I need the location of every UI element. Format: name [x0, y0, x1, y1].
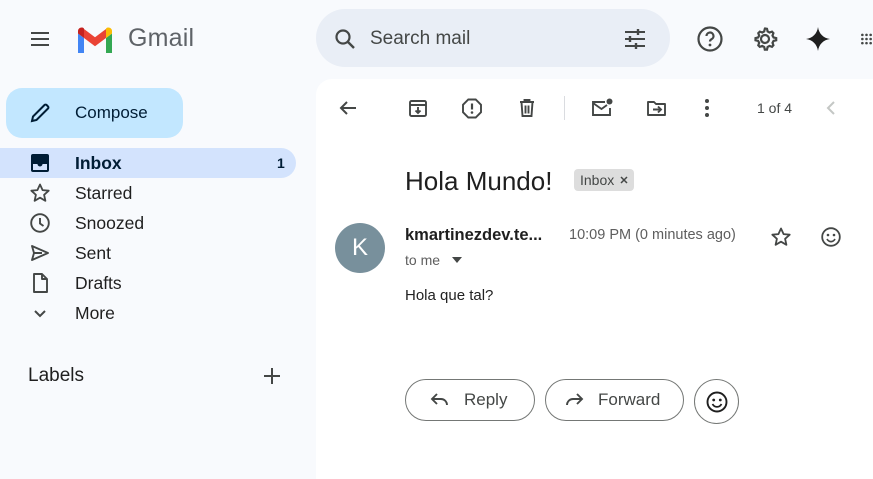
reply-button[interactable]: Reply	[405, 379, 535, 421]
reply-arrow-icon	[430, 393, 448, 406]
sidebar-item-label: Inbox	[75, 153, 122, 173]
send-icon	[28, 241, 52, 265]
add-reaction-button[interactable]	[816, 222, 846, 252]
mark-unread-button[interactable]	[586, 92, 618, 124]
support-button[interactable]	[692, 21, 728, 57]
remove-label-icon[interactable]	[620, 176, 628, 184]
settings-button[interactable]	[747, 21, 783, 57]
compose-label: Compose	[75, 103, 148, 122]
add-label-button[interactable]	[258, 362, 286, 390]
sender-name[interactable]: kmartinezdev.te...	[405, 226, 542, 245]
folder-move-icon	[647, 101, 666, 116]
trash-icon	[520, 99, 534, 117]
details-toggle[interactable]	[449, 252, 465, 268]
avatar[interactable]: K	[335, 223, 385, 273]
message-body: Hola que tal?	[405, 287, 494, 304]
recipient-line: to me	[405, 252, 441, 268]
forward-label: Forward	[598, 390, 661, 409]
hamburger-menu-icon	[31, 32, 49, 46]
draft-icon	[28, 271, 52, 295]
emoji-reaction-button[interactable]	[694, 379, 739, 424]
sparkle-icon	[806, 27, 830, 51]
sidebar-item-label: Sent	[75, 243, 111, 263]
smiley-icon	[706, 391, 727, 412]
email-subject: Hola Mundo!	[405, 166, 553, 196]
archive-button[interactable]	[402, 92, 434, 124]
star-icon	[28, 181, 52, 205]
gemini-button[interactable]	[800, 21, 836, 57]
plus-icon	[264, 368, 280, 384]
move-to-button[interactable]	[641, 92, 673, 124]
apps-button[interactable]	[852, 24, 873, 54]
label-chip-text: Inbox	[580, 172, 615, 188]
newer-button[interactable]	[818, 94, 846, 122]
report-spam-button[interactable]	[456, 92, 488, 124]
labels-heading: Labels	[28, 365, 84, 386]
pagination-text: 1 of 4	[757, 100, 793, 116]
main-menu-button[interactable]	[22, 22, 58, 56]
label-chip: Inbox	[574, 169, 635, 191]
delete-button[interactable]	[511, 92, 543, 124]
star-outline-icon	[771, 227, 791, 246]
star-button[interactable]	[766, 222, 796, 252]
forward-arrow-icon	[566, 393, 584, 406]
unread-count: 1	[277, 155, 285, 171]
sidebar-item-label: More	[75, 303, 115, 323]
apps-grid-icon	[861, 33, 872, 45]
forward-button[interactable]: Forward	[545, 379, 684, 421]
avatar-letter: K	[351, 234, 368, 261]
chevron-down-icon	[28, 301, 52, 325]
archive-icon	[409, 100, 427, 117]
search-button[interactable]	[330, 24, 360, 54]
sidebar-item-label: Starred	[75, 183, 133, 203]
report-icon	[462, 98, 482, 119]
clock-icon	[28, 211, 52, 235]
pencil-icon	[28, 101, 52, 125]
tune-icon	[625, 29, 645, 49]
reply-label: Reply	[464, 390, 508, 409]
search-input[interactable]	[370, 26, 590, 52]
back-button[interactable]	[332, 92, 364, 124]
gmail-logo-icon	[78, 27, 112, 53]
message-time: 10:09 PM (0 minutes ago)	[569, 227, 736, 243]
reply-icon-button[interactable]	[864, 222, 873, 252]
help-icon	[697, 26, 723, 52]
more-vert-icon	[705, 99, 709, 117]
emoji-icon	[821, 227, 841, 247]
chevron-left-icon	[826, 101, 835, 115]
arrow-back-icon	[339, 101, 356, 115]
mark-unread-icon	[592, 98, 613, 116]
search-icon	[335, 29, 355, 49]
app-name: Gmail	[128, 24, 195, 52]
gear-icon	[754, 27, 778, 51]
more-options-button[interactable]	[693, 92, 721, 124]
toolbar-divider	[564, 96, 565, 120]
search-options-button[interactable]	[619, 24, 651, 54]
caret-down-icon	[452, 257, 462, 263]
sidebar-item-label: Snoozed	[75, 213, 145, 233]
sidebar-item-label: Drafts	[75, 273, 122, 293]
gmail-logo[interactable]: Gmail	[76, 24, 200, 56]
inbox-icon	[28, 151, 52, 175]
